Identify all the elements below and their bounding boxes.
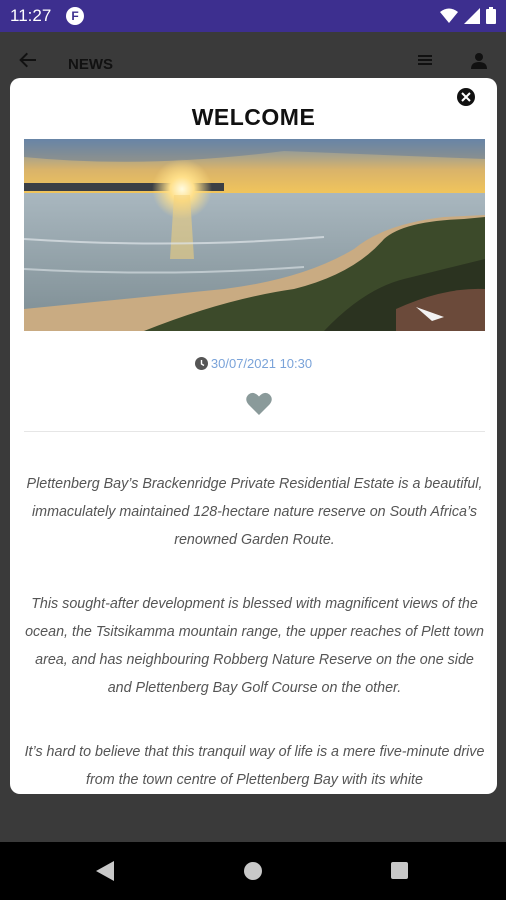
hero-image bbox=[24, 139, 485, 331]
modal-title: WELCOME bbox=[191, 104, 316, 130]
nav-home-icon[interactable] bbox=[244, 862, 262, 880]
notification-app-icon: F bbox=[66, 7, 84, 25]
status-icons bbox=[440, 7, 496, 24]
scrim[interactable] bbox=[0, 796, 506, 842]
news-modal: WELCOME 30/07/2021 10:30 Plettenberg Bay… bbox=[10, 78, 497, 794]
signal-icon bbox=[464, 7, 480, 24]
heart-icon[interactable] bbox=[246, 392, 272, 416]
status-time: 11:27 bbox=[10, 6, 52, 25]
article-paragraph: This sought-after development is blessed… bbox=[25, 596, 484, 696]
app-bar-title: NEWS bbox=[68, 56, 113, 73]
menu-icon[interactable] bbox=[416, 52, 434, 68]
system-nav-bar bbox=[0, 842, 506, 900]
back-arrow-icon[interactable] bbox=[18, 50, 38, 70]
nav-back-icon[interactable] bbox=[96, 861, 114, 881]
status-bar: 11:27 F bbox=[0, 0, 506, 32]
nav-recents-icon[interactable] bbox=[391, 862, 408, 879]
wifi-icon bbox=[440, 8, 458, 23]
user-icon[interactable] bbox=[470, 52, 488, 70]
article-paragraph: It’s hard to believe that this tranquil … bbox=[24, 744, 485, 788]
clock-icon bbox=[194, 357, 208, 370]
divider bbox=[24, 431, 485, 432]
publish-date-text: 30/07/2021 10:30 bbox=[210, 356, 313, 371]
article-body: Plettenberg Bay’s Brackenridge Private R… bbox=[24, 470, 485, 794]
battery-icon bbox=[486, 7, 496, 24]
article-paragraph: Plettenberg Bay’s Brackenridge Private R… bbox=[26, 476, 483, 548]
publish-date: 30/07/2021 10:30 bbox=[10, 356, 497, 371]
